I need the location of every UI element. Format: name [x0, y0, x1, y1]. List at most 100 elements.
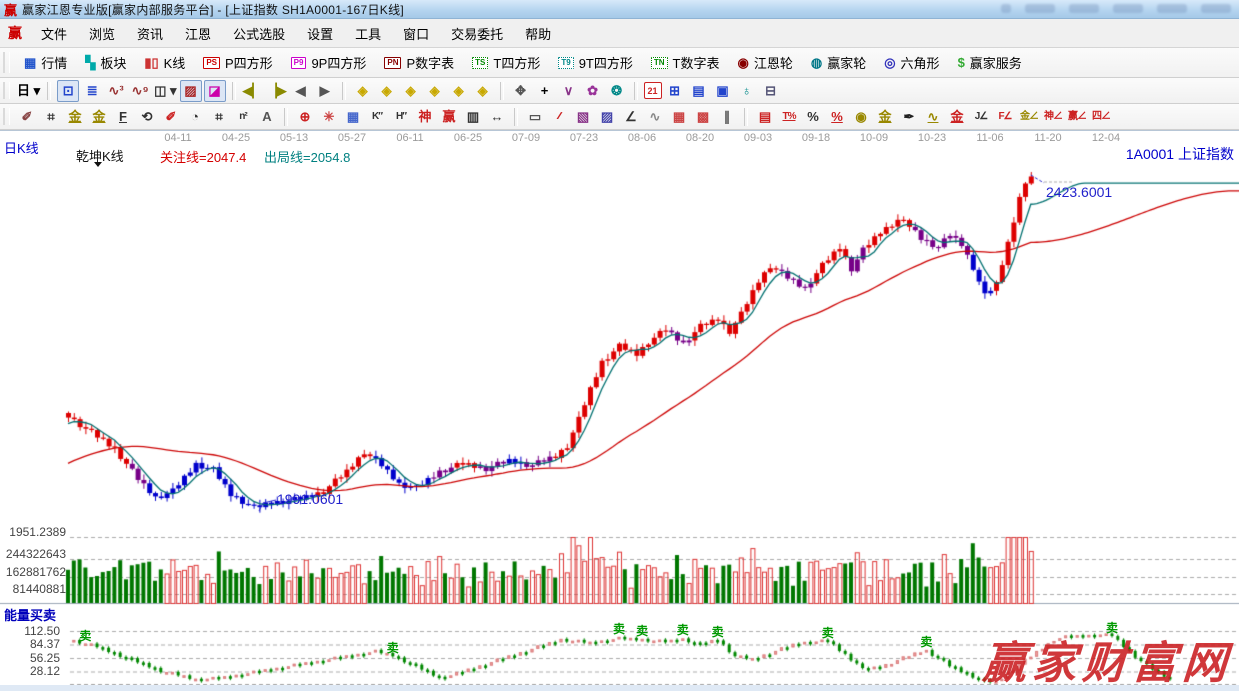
- grid-box-tool-button[interactable]: ▦: [342, 106, 364, 128]
- menu-window[interactable]: 窗口: [392, 20, 440, 47]
- parallel-lines-tool-button[interactable]: ∥: [716, 106, 738, 128]
- zoom-area-button[interactable]: ⊡: [57, 80, 79, 102]
- diamond-shift-left-button[interactable]: ◈: [352, 80, 374, 102]
- menu-browse[interactable]: 浏览: [78, 20, 126, 47]
- wave-zigzag-tool-button[interactable]: ∿: [644, 106, 666, 128]
- market-quotes-button[interactable]: ▦行情: [15, 51, 76, 74]
- indicator-dropdown-icon[interactable]: [94, 162, 102, 167]
- brush-marker-button[interactable]: ✒: [898, 106, 920, 128]
- sub-indicator-label[interactable]: 能量买卖: [4, 605, 56, 624]
- gann-pattern-button[interactable]: ✿: [582, 80, 604, 102]
- f-angle-line-button[interactable]: F∠: [994, 106, 1016, 128]
- j-angle-line-button[interactable]: J∠: [970, 106, 992, 128]
- gann-grid-red-tool-button[interactable]: ▦: [668, 106, 690, 128]
- calculator-button[interactable]: ⊞: [664, 80, 686, 102]
- date-tick: 05-13: [280, 132, 308, 144]
- gann-box-red-tool-button[interactable]: ▩: [692, 106, 714, 128]
- diamond-down-button[interactable]: ◈: [472, 80, 494, 102]
- wave3-overlay-button[interactable]: ∿³: [105, 80, 127, 102]
- k-mark-tool-button[interactable]: K″: [366, 106, 388, 128]
- kline-button[interactable]: ▮▯K线: [135, 51, 194, 74]
- gold-grid2-tool-button[interactable]: 金: [88, 106, 110, 128]
- spray-tool-button[interactable]: ✐: [16, 106, 38, 128]
- hand-drag-button[interactable]: ✥: [510, 80, 532, 102]
- ying-angle-line-button[interactable]: 赢∠: [1066, 106, 1088, 128]
- diamond-up-button[interactable]: ◈: [448, 80, 470, 102]
- hexagon-button[interactable]: ◎六角形: [875, 51, 948, 74]
- crosshair-button[interactable]: +: [534, 80, 556, 102]
- percent-button[interactable]: %: [802, 106, 824, 128]
- cycle-clock-tool-button[interactable]: ◔: [184, 106, 206, 128]
- p-square-button[interactable]: PSP四方形: [194, 51, 281, 74]
- menu-trade-order[interactable]: 交易委托: [440, 20, 514, 47]
- next-bar-button[interactable]: ▶: [314, 80, 336, 102]
- wave9-overlay-button[interactable]: ∿⁹: [129, 80, 151, 102]
- gold-wave-button[interactable]: ∿: [922, 106, 944, 128]
- notebook-button[interactable]: ▤: [688, 80, 710, 102]
- gold-line-red-button[interactable]: 金: [946, 106, 968, 128]
- rect-box-tool-button[interactable]: ▭: [524, 106, 546, 128]
- price-ruler-tool-button[interactable]: ▥: [462, 106, 484, 128]
- menu-file[interactable]: 文件: [30, 20, 78, 47]
- gold-angle-line-button[interactable]: 金∠: [1018, 106, 1040, 128]
- shen-angle-line-button[interactable]: 神∠: [1042, 106, 1064, 128]
- candle-style-button[interactable]: ◫ ▾: [153, 80, 177, 102]
- width-measure-tool-button[interactable]: ↔: [486, 106, 508, 128]
- 9t-square-button[interactable]: T99T四方形: [549, 51, 642, 74]
- shen-tool-button[interactable]: 神: [414, 106, 436, 128]
- gold-circle-button[interactable]: ◉: [850, 106, 872, 128]
- gold-grid-tool-button[interactable]: 金: [64, 106, 86, 128]
- h-mark-tool-button[interactable]: H″: [390, 106, 412, 128]
- fan-lines-tool-button[interactable]: ∕∕: [548, 106, 570, 128]
- winner-service-button[interactable]: $赢家服务: [949, 51, 1031, 74]
- t-square-button[interactable]: TST四方形: [463, 51, 549, 74]
- n-square-tool-button[interactable]: n²: [232, 106, 254, 128]
- 9p-square-button[interactable]: P99P四方形: [282, 51, 376, 74]
- radial-web-tool-button[interactable]: ✳: [318, 106, 340, 128]
- menu-settings[interactable]: 设置: [296, 20, 344, 47]
- sectors-button[interactable]: ▚板块: [76, 51, 135, 74]
- text-note-tool-button[interactable]: A: [256, 106, 278, 128]
- first-page-button[interactable]: ◀▏: [242, 80, 264, 102]
- gold-level-button[interactable]: 金: [874, 106, 896, 128]
- fan-square-tool-button[interactable]: ▧: [572, 106, 594, 128]
- save-button[interactable]: ▣: [712, 80, 734, 102]
- diamond-expand-button[interactable]: ◈: [376, 80, 398, 102]
- qiankun-kline-button[interactable]: ▨: [180, 80, 202, 102]
- p-number-table-button[interactable]: PNP数字表: [375, 51, 463, 74]
- cloud-pattern-button[interactable]: ❂: [606, 80, 628, 102]
- line-draw-button[interactable]: ∨: [558, 80, 580, 102]
- ray-box-tool-button[interactable]: ▨: [596, 106, 618, 128]
- volume-ladder-button[interactable]: ▤: [754, 106, 776, 128]
- period-day-button[interactable]: 日 ▾: [16, 80, 41, 102]
- si-angle-line-button[interactable]: 四∠: [1090, 106, 1112, 128]
- calendar-button[interactable]: 21: [644, 82, 662, 99]
- kline-chart-canvas[interactable]: [0, 131, 1239, 685]
- menu-news[interactable]: 资讯: [126, 20, 174, 47]
- diamond-shrink-button[interactable]: ◈: [400, 80, 422, 102]
- web-button[interactable]: ♁: [736, 80, 758, 102]
- info-list-button[interactable]: ≣: [81, 80, 103, 102]
- menu-formula-stock-pick[interactable]: 公式选股: [222, 20, 296, 47]
- spiral-tool-button[interactable]: ⟲: [136, 106, 158, 128]
- gann-wheel-button[interactable]: ◉江恩轮: [728, 51, 801, 74]
- angle-lines-tool-button[interactable]: ∠: [620, 106, 642, 128]
- t-number-table-button[interactable]: TNT数字表: [642, 51, 729, 74]
- percent-lines-button[interactable]: %: [826, 106, 848, 128]
- gann-compass-tool-button[interactable]: ⊕: [294, 106, 316, 128]
- menu-gann[interactable]: 江恩: [174, 20, 222, 47]
- prev-bar-button[interactable]: ◀: [290, 80, 312, 102]
- t-percent-button[interactable]: T%: [778, 106, 800, 128]
- print-button[interactable]: ⊟: [760, 80, 782, 102]
- spray-red-tool-button[interactable]: ✐: [160, 106, 182, 128]
- fibonacci-tool-button[interactable]: F: [112, 106, 134, 128]
- grid-tool-button[interactable]: ⌗: [40, 106, 62, 128]
- volume-profile-button[interactable]: ◪: [204, 80, 226, 102]
- menu-tools[interactable]: 工具: [344, 20, 392, 47]
- dense-grid-tool-button[interactable]: ⌗: [208, 106, 230, 128]
- last-page-button[interactable]: ▕▶: [266, 80, 288, 102]
- ying-tool-button[interactable]: 赢: [438, 106, 460, 128]
- menu-help[interactable]: 帮助: [514, 20, 562, 47]
- winner-wheel-button[interactable]: ◍赢家轮: [802, 51, 875, 74]
- diamond-shift-right-button[interactable]: ◈: [424, 80, 446, 102]
